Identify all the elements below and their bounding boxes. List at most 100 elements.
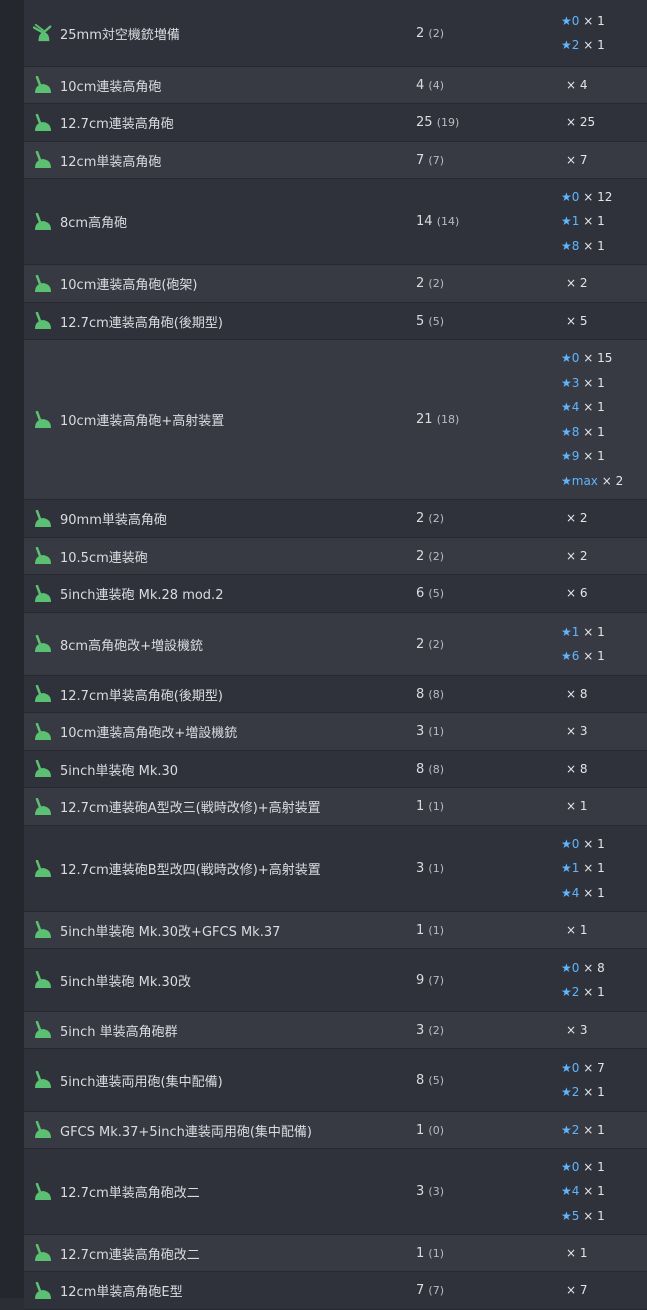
star-level-label: ★1: [561, 214, 580, 229]
improvement-level-line: × 4: [561, 73, 588, 98]
star-level-label: ★2: [561, 985, 580, 999]
high-angle-gun-icon: [33, 634, 53, 654]
star-level-count: × 4: [566, 77, 588, 92]
star-level-count: × 1: [579, 836, 605, 851]
star-level-count: × 1: [579, 13, 605, 28]
improvement-levels: ★1 × 1 ★6 × 1: [561, 616, 605, 673]
improvement-levels: × 1: [561, 790, 588, 823]
count-total: 5: [416, 313, 429, 329]
high-angle-gun-icon: [33, 75, 53, 95]
high-angle-gun-icon: [33, 797, 53, 817]
count-unlocked: (2): [428, 549, 444, 563]
equipment-count: 3 (2): [416, 1023, 561, 1038]
star-level-label: ★0: [561, 1060, 580, 1075]
improvement-level-line: ★0 × 15: [561, 346, 623, 371]
table-row[interactable]: 12.7cm連装高角砲改二 1 (1) × 1: [24, 1235, 647, 1272]
table-row[interactable]: 12cm単装高角砲 7 (7) × 7: [24, 142, 647, 179]
star-level-label: ★3: [561, 375, 580, 390]
star-level-count: × 12: [579, 189, 613, 204]
high-angle-gun-icon: [33, 859, 53, 879]
table-row[interactable]: 12.7cm単装高角砲(後期型) 8 (8) × 8: [24, 676, 647, 713]
count-unlocked: (1): [428, 725, 444, 738]
count-total: 3: [416, 1022, 429, 1038]
table-row[interactable]: 8cm高角砲改+増設機銃 2 (2) ★1 × 1 ★6 × 1: [24, 613, 647, 676]
star-level-count: × 1: [579, 1085, 605, 1099]
high-angle-gun-icon: [33, 722, 53, 742]
star-level-count: × 1: [579, 214, 605, 229]
improvement-levels: ★0 × 8 ★2 × 1: [561, 952, 605, 1009]
table-row[interactable]: 12cm単装高角砲E型 7 (7) × 7: [24, 1272, 647, 1310]
equipment-count: 2 (2): [416, 26, 561, 41]
star-level-label: ★0: [561, 1159, 580, 1174]
improvement-levels: × 1: [561, 1237, 588, 1270]
count-total: 3: [416, 861, 429, 876]
high-angle-gun-icon: [33, 1020, 53, 1040]
improvement-level-line: ★2 × 1: [561, 1118, 605, 1143]
improvement-level-line: ★8 × 1: [561, 420, 623, 445]
table-row[interactable]: GFCS Mk.37+5inch連装両用砲(集中配備) 1 (0) ★2 × 1: [24, 1112, 647, 1149]
improvement-level-line: × 7: [561, 1278, 588, 1303]
table-row[interactable]: 10cm連装高角砲改+増設機銃 3 (1) × 3: [24, 713, 647, 751]
count-unlocked: (3): [428, 1185, 444, 1198]
star-level-count: × 1: [579, 375, 605, 390]
improvement-level-line: ★0 × 7: [561, 1056, 605, 1081]
count-total: 1: [416, 1245, 429, 1261]
table-row[interactable]: 5inch連装両用砲(集中配備) 8 (5) ★0 × 7 ★2 × 1: [24, 1049, 647, 1112]
table-row[interactable]: 5inch 単装高角砲群 3 (2) × 3: [24, 1012, 647, 1049]
equipment-name: 8cm高角砲改+増設機銃: [60, 638, 203, 654]
equipment-name: 10cm連装高角砲改+増設機銃: [60, 726, 238, 741]
table-row[interactable]: 12.7cm連装砲B型改四(戦時改修)+高射装置 3 (1) ★0 × 1 ★1 × …: [24, 826, 647, 912]
improvement-level-line: ★2 × 1: [561, 1080, 605, 1105]
table-row[interactable]: 8cm高角砲 14 (14) ★0 × 12 ★1 × 1 ★8 × 1: [24, 179, 647, 265]
table-row[interactable]: 12.7cm単装高角砲改二 3 (3) ★0 × 1 ★4 × 1 ★5 × 1: [24, 1149, 647, 1235]
star-level-count: × 1: [566, 922, 588, 937]
star-level-count: × 7: [566, 152, 588, 167]
equipment-name: 10.5cm連装砲: [60, 550, 148, 566]
equipment-name: 12.7cm連装高角砲(後期型): [60, 315, 223, 331]
table-row[interactable]: 12.7cm連装高角砲(後期型) 5 (5) × 5: [24, 303, 647, 340]
star-level-count: × 1: [579, 1208, 605, 1223]
table-row[interactable]: 10cm連装高角砲 4 (4) × 4: [24, 67, 647, 104]
star-level-count: × 1: [566, 799, 588, 814]
count-unlocked: (2): [428, 277, 444, 290]
equipment-count: 1 (1): [416, 1246, 561, 1261]
star-level-count: × 1: [579, 985, 605, 999]
improvement-level-line: × 1: [561, 918, 588, 943]
equipment-count: 3 (3): [416, 1184, 561, 1199]
count-total: 9: [416, 972, 429, 988]
equipment-count: 6 (5): [416, 586, 561, 601]
count-unlocked: (5): [428, 587, 444, 600]
table-row[interactable]: 10cm連装高角砲+高射装置 21 (18) ★0 × 15 ★3 × 1 ★4 × 1…: [24, 340, 647, 500]
table-row[interactable]: 5inch単装砲 Mk.30改 9 (7) ★0 × 8 ★2 × 1: [24, 949, 647, 1012]
improvement-levels: × 8: [561, 678, 588, 711]
table-row[interactable]: 10.5cm連装砲 2 (2) × 2: [24, 538, 647, 575]
count-total: 2: [416, 636, 429, 652]
table-row[interactable]: 5inch単装砲 Mk.30改+GFCS Mk.37 1 (1) × 1: [24, 912, 647, 949]
table-row[interactable]: 5inch単装砲 Mk.30 8 (8) × 8: [24, 751, 647, 788]
star-level-label: ★2: [561, 38, 580, 52]
equipment-page: 25mm対空機銃増備 2 (2) ★0 × 1 ★2 × 1 10cm連装高角砲 4 (4…: [0, 0, 647, 1310]
table-row[interactable]: 25mm対空機銃増備 2 (2) ★0 × 1 ★2 × 1: [24, 0, 647, 67]
equipment-count: 8 (8): [416, 687, 561, 702]
table-row[interactable]: 5inch連装砲 Mk.28 mod.2 6 (5) × 6: [24, 575, 647, 613]
equipment-name: 5inch単装砲 Mk.30: [60, 763, 179, 779]
improvement-level-line: × 8: [561, 757, 588, 782]
table-row[interactable]: 90mm単装高角砲 2 (2) × 2: [24, 500, 647, 538]
table-row[interactable]: 10cm連装高角砲(砲架) 2 (2) × 2: [24, 265, 647, 303]
improvement-level-line: ★2 × 1: [561, 33, 605, 58]
star-level-count: × 2: [566, 511, 588, 526]
table-row[interactable]: 12.7cm連装砲A型改三(戦時改修)+高射装置 1 (1) × 1: [24, 788, 647, 826]
star-level-count: × 6: [566, 586, 588, 601]
high-angle-gun-icon: [33, 920, 53, 940]
improvement-levels: ★0 × 1 ★4 × 1 ★5 × 1: [561, 1151, 605, 1233]
star-level-label: ★0: [561, 960, 580, 975]
count-unlocked: (2): [428, 512, 444, 525]
improvement-level-line: × 1: [561, 794, 588, 819]
equipment-name: 12.7cm連装高角砲改二: [60, 1247, 200, 1263]
high-angle-gun-icon: [33, 546, 53, 566]
improvement-levels: ★0 × 7 ★2 × 1: [561, 1052, 605, 1109]
table-row[interactable]: 12.7cm連装高角砲 25 (19) × 25: [24, 104, 647, 142]
star-level-label: ★8: [561, 238, 580, 253]
improvement-level-line: ★1 × 1: [561, 620, 605, 645]
count-unlocked: (4): [428, 78, 444, 92]
